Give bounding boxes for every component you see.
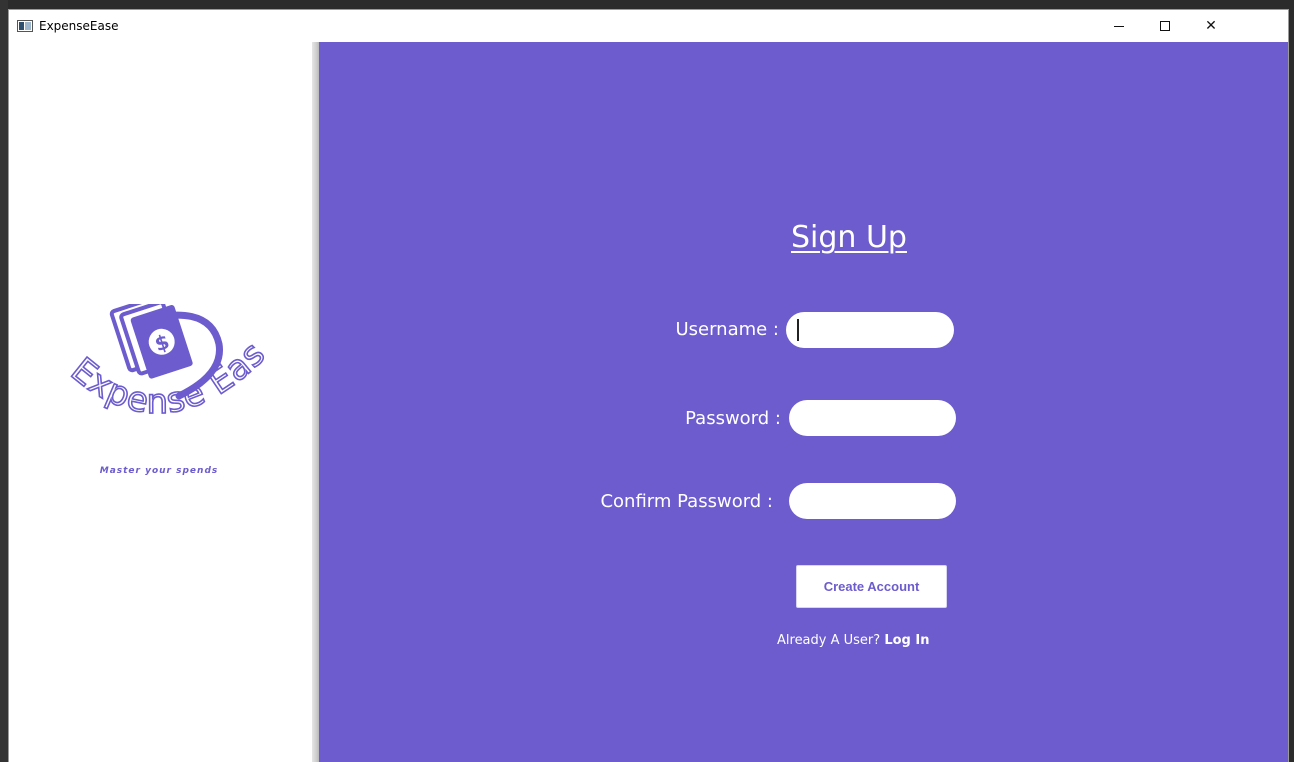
expense-ease-logo: $ Expense Ease <box>59 304 273 423</box>
app-icon <box>17 20 33 32</box>
text-caret <box>797 319 799 341</box>
close-button[interactable]: ✕ <box>1188 10 1234 42</box>
maximize-button[interactable] <box>1142 10 1188 42</box>
close-icon: ✕ <box>1205 18 1217 34</box>
username-input[interactable] <box>786 312 954 348</box>
panel-divider <box>312 42 319 762</box>
confirm-password-label: Confirm Password : <box>600 491 773 512</box>
password-label: Password : <box>685 408 781 429</box>
branding-panel: $ Expense Ease Master your spends <box>9 42 312 762</box>
minimize-button[interactable] <box>1096 10 1142 42</box>
app-window: ExpenseEase ✕ $ Expense Ease <box>8 9 1289 762</box>
minimize-icon <box>1114 25 1124 27</box>
title-bar: ExpenseEase ✕ <box>9 10 1288 42</box>
username-label: Username : <box>675 319 779 340</box>
login-prompt: Already A User? Log In <box>777 633 929 648</box>
maximize-icon <box>1160 21 1170 31</box>
password-input[interactable] <box>789 400 956 436</box>
window-title: ExpenseEase <box>39 19 119 33</box>
already-user-text: Already A User? <box>777 633 881 648</box>
brand-tagline: Master your spends <box>99 466 219 476</box>
desktop-background <box>0 0 8 762</box>
login-link[interactable]: Log In <box>884 633 929 648</box>
create-account-button[interactable]: Create Account <box>796 565 947 608</box>
confirm-password-input[interactable] <box>789 483 956 519</box>
page-title: Sign Up <box>791 220 907 255</box>
signup-panel: Sign Up Username : Password : Confirm Pa… <box>319 42 1288 762</box>
